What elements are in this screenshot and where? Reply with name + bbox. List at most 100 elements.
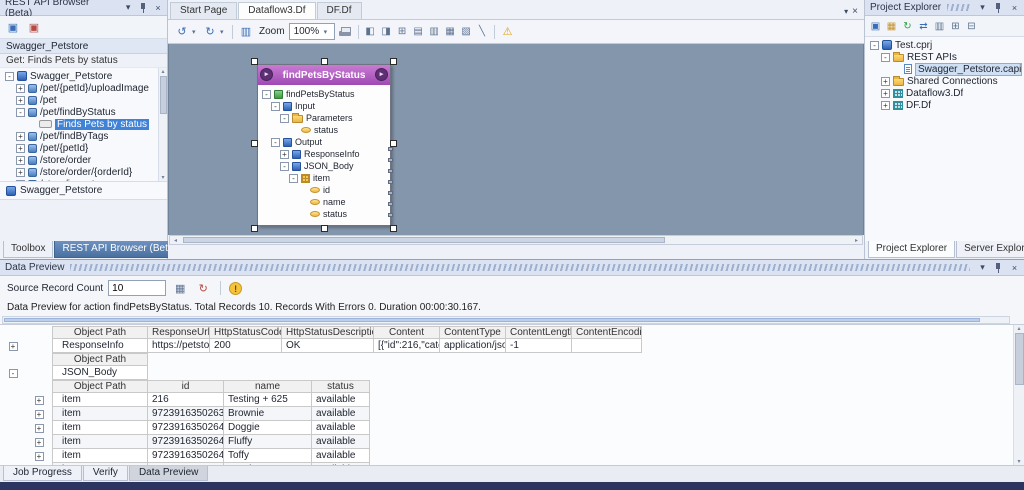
expander-icon[interactable]: - — [289, 174, 298, 183]
zoom-select[interactable]: 100% ▾ — [289, 23, 335, 40]
same-width-icon[interactable]: ▦ — [443, 23, 458, 40]
expand-all-icon[interactable]: ⊞ — [948, 18, 963, 35]
scroll-up-icon[interactable]: ▴ — [1017, 325, 1020, 332]
new-project-icon[interactable]: ▣ — [868, 18, 883, 35]
close-icon[interactable]: × — [1008, 262, 1021, 274]
tab-data-preview[interactable]: Data Preview — [129, 466, 208, 481]
tree-item-findbystatus[interactable]: - /pet/findByStatus — [3, 106, 157, 118]
pin-icon[interactable] — [992, 2, 1005, 14]
move-anchor-icon[interactable]: ▸ — [260, 68, 273, 81]
expander-icon[interactable]: + — [35, 438, 44, 447]
output-port[interactable] — [388, 147, 393, 151]
scroll-down-icon[interactable]: ▾ — [1017, 458, 1020, 465]
print-icon[interactable] — [336, 23, 354, 40]
expander-icon[interactable]: - — [280, 114, 289, 123]
chevron-down-icon[interactable]: ▾ — [976, 262, 989, 274]
expander-icon[interactable]: + — [280, 150, 289, 159]
column-header[interactable]: id — [148, 380, 224, 393]
item-row[interactable]: + item 97239163502643 Rambo available — [0, 463, 1010, 465]
add-folder-icon[interactable]: ▦ — [884, 18, 899, 35]
column-header[interactable]: Object Path — [52, 353, 148, 366]
column-header[interactable]: HttpStatusCode — [210, 326, 282, 339]
expander-icon[interactable]: + — [16, 96, 25, 105]
add-connection-icon[interactable]: ▣ — [4, 19, 22, 36]
findpetsbystatus-node[interactable]: ▸ findPetsByStatus ▸ - findPetsByStatus — [257, 64, 391, 226]
tree-item-dataflow3-df[interactable]: + Dataflow3.Df — [868, 87, 1022, 99]
resize-handle[interactable] — [321, 225, 328, 232]
column-header[interactable]: Object Path — [52, 380, 148, 393]
dataflow-canvas[interactable]: ▸ findPetsByStatus ▸ - findPetsByStatus — [168, 44, 864, 235]
node-row-parameters[interactable]: - Parameters — [261, 112, 388, 124]
output-port[interactable] — [388, 158, 393, 162]
record-count-input[interactable] — [108, 280, 166, 296]
tree-item-pet[interactable]: + /pet — [3, 94, 157, 106]
tab-toolbox[interactable]: Toolbox — [3, 241, 53, 258]
expander-icon[interactable]: - — [9, 369, 18, 378]
sync-icon[interactable]: ⇄ — [916, 18, 931, 35]
expander-icon[interactable]: - — [280, 162, 289, 171]
close-icon[interactable]: × — [152, 2, 164, 14]
output-port[interactable] — [388, 169, 393, 173]
align-left-icon[interactable]: ◧ — [363, 23, 378, 40]
expander-icon[interactable]: + — [35, 410, 44, 419]
undo-icon[interactable]: ↺ — [173, 23, 191, 40]
output-port[interactable] — [388, 202, 393, 206]
node-row-status-param[interactable]: status — [261, 124, 388, 136]
column-header[interactable]: Object Path — [52, 326, 148, 339]
column-header[interactable]: Content — [374, 326, 440, 339]
undo-dropdown-icon[interactable]: ▾ — [192, 28, 200, 36]
grid-horizontal-scrollbar[interactable] — [2, 316, 1010, 324]
tab-list-chevron-icon[interactable]: ▾ — [844, 7, 848, 16]
tree-item-store-inventory[interactable]: + /store/inventory — [3, 178, 157, 182]
expander-icon[interactable]: + — [16, 168, 25, 177]
expander-icon[interactable]: - — [262, 90, 271, 99]
expander-icon[interactable]: + — [16, 144, 25, 153]
tab-start-page[interactable]: Start Page — [170, 2, 237, 19]
scroll-thumb[interactable] — [4, 318, 980, 322]
scroll-thumb[interactable] — [160, 76, 167, 114]
item-row[interactable]: + item 97239163502639 Brownie available — [0, 407, 1010, 421]
close-document-icon[interactable]: × — [852, 6, 858, 17]
column-header[interactable]: ContentType — [440, 326, 506, 339]
refresh-preview-icon[interactable]: ↻ — [194, 280, 212, 297]
node-row-input[interactable]: - Input — [261, 100, 388, 112]
expander-icon[interactable]: + — [881, 101, 890, 110]
node-row-json-body[interactable]: - JSON_Body — [261, 160, 388, 172]
tree-item-findbytags[interactable]: + /pet/findByTags — [3, 130, 157, 142]
refresh-icon[interactable]: ↻ — [900, 18, 915, 35]
resize-handle[interactable] — [251, 225, 258, 232]
expander-icon[interactable]: + — [35, 452, 44, 461]
expander-icon[interactable]: - — [271, 102, 280, 111]
tab-dataflow3[interactable]: Dataflow3.Df — [238, 2, 315, 19]
expander-icon[interactable]: + — [16, 180, 25, 183]
expander-icon[interactable]: - — [5, 72, 14, 81]
tab-project-explorer[interactable]: Project Explorer — [868, 241, 955, 258]
tree-item-uploadimage[interactable]: + /pet/{petId}/uploadImage — [3, 82, 157, 94]
align-right-icon[interactable]: ◨ — [379, 23, 394, 40]
resize-handle[interactable] — [390, 58, 397, 65]
node-row-root[interactable]: - findPetsByStatus — [261, 88, 388, 100]
tab-job-progress[interactable]: Job Progress — [3, 466, 82, 481]
tree-item-swagger-petstore-capi[interactable]: Swagger_Petstore.capi — [868, 63, 1022, 75]
titlebar-grip[interactable] — [947, 4, 970, 11]
redo-icon[interactable]: ↻ — [201, 23, 219, 40]
tab-df[interactable]: DF.Df — [317, 2, 362, 19]
resize-handle[interactable] — [251, 58, 258, 65]
tree-item-petid[interactable]: + /pet/{petId} — [3, 142, 157, 154]
draw-connector-icon[interactable]: ╲ — [475, 23, 490, 40]
expander-icon[interactable]: - — [271, 138, 280, 147]
column-header[interactable]: ContentEncoding — [572, 326, 642, 339]
tree-item-finds-pets-by-status[interactable]: Finds Pets by status — [3, 118, 157, 130]
tab-rest-api-browser[interactable]: REST API Browser (Beta) — [54, 241, 184, 258]
column-header[interactable]: HttpStatusDescription — [282, 326, 374, 339]
node-row-responseinfo[interactable]: + ResponseInfo — [261, 148, 388, 160]
node-row-output[interactable]: - Output — [261, 136, 388, 148]
json-body-row[interactable]: - JSON_Body — [0, 366, 1010, 380]
resize-handle[interactable] — [251, 140, 258, 147]
delete-connection-icon[interactable]: ▣ — [25, 19, 43, 36]
expander-icon[interactable]: + — [881, 89, 890, 98]
expander-icon[interactable]: - — [870, 41, 879, 50]
canvas-horizontal-scrollbar[interactable]: ◂ ▸ — [169, 235, 863, 245]
align-top-icon[interactable]: ⊞ — [395, 23, 410, 40]
column-header[interactable]: name — [224, 380, 312, 393]
